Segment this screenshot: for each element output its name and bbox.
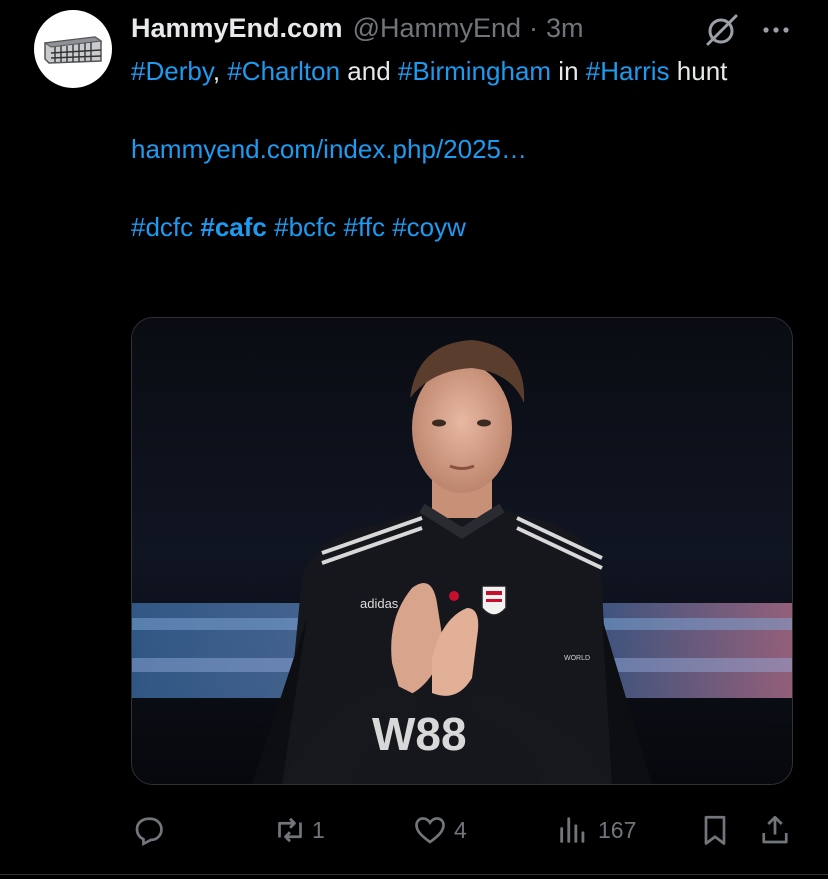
hashtag-birmingham[interactable]: #Birmingham xyxy=(398,56,551,86)
text-segment: hunt xyxy=(669,56,728,86)
meta-separator: · xyxy=(529,12,539,43)
action-bar: 1 4 167 xyxy=(0,808,828,852)
retweet-icon xyxy=(278,817,302,843)
share-icon xyxy=(762,815,788,844)
like-icon xyxy=(415,817,445,844)
more-icon xyxy=(763,27,789,33)
retweet-button[interactable]: 1 xyxy=(272,808,325,852)
reply-icon xyxy=(135,817,163,847)
tweet-headline: #Derby, #Charlton and #Birmingham in #Ha… xyxy=(131,52,801,91)
avatar-logo-icon xyxy=(43,36,103,64)
like-count: 4 xyxy=(454,816,467,843)
tweet-header: HammyEnd.com @HammyEnd · 3m xyxy=(131,10,584,46)
avatar[interactable] xyxy=(34,10,112,88)
views-button[interactable]: 167 xyxy=(556,808,636,852)
more-button[interactable] xyxy=(758,12,794,48)
badge-text: WORLD xyxy=(564,655,590,662)
grok-button[interactable] xyxy=(704,12,740,48)
hashtag-charlton[interactable]: #Charlton xyxy=(227,56,340,86)
views-count: 167 xyxy=(598,816,637,843)
hashtag-line: #dcfc #cafc #bcfc #ffc #coyw xyxy=(131,208,801,247)
like-button[interactable]: 4 xyxy=(412,808,467,852)
hashtag-harris[interactable]: #Harris xyxy=(586,56,670,86)
player-photo: adidas WORLD W88 xyxy=(132,318,792,784)
text-segment: and xyxy=(340,56,398,86)
shirt-sponsor-text: W88 xyxy=(372,708,467,760)
hashtag-ffc[interactable]: #ffc xyxy=(344,212,385,242)
text-segment: , xyxy=(212,56,228,86)
divider xyxy=(0,874,828,875)
hashtag-coyw[interactable]: #coyw xyxy=(392,212,466,242)
retweet-count: 1 xyxy=(312,816,325,843)
timestamp[interactable]: 3m xyxy=(546,13,584,44)
kit-brand-text: adidas xyxy=(360,596,399,611)
hashtag-bcfc[interactable]: #bcfc xyxy=(274,212,336,242)
views-icon xyxy=(560,817,585,843)
article-link[interactable]: hammyend.com/index.php/2025… xyxy=(131,134,527,164)
author-name[interactable]: HammyEnd.com xyxy=(131,13,343,44)
grok-icon xyxy=(706,14,738,46)
reply-button[interactable] xyxy=(131,808,175,852)
hashtag-derby[interactable]: #Derby xyxy=(131,56,213,86)
author-handle[interactable]: @HammyEnd xyxy=(353,13,521,44)
share-button[interactable] xyxy=(757,808,793,852)
hashtag-cafc[interactable]: #cafc xyxy=(200,212,267,242)
text-segment: in xyxy=(551,56,586,86)
bookmark-icon xyxy=(704,815,726,845)
bookmark-button[interactable] xyxy=(697,808,733,852)
hashtag-dcfc[interactable]: #dcfc xyxy=(131,212,193,242)
tweet-text: #Derby, #Charlton and #Birmingham in #Ha… xyxy=(131,52,801,247)
tweet-media[interactable]: adidas WORLD W88 xyxy=(131,317,793,785)
